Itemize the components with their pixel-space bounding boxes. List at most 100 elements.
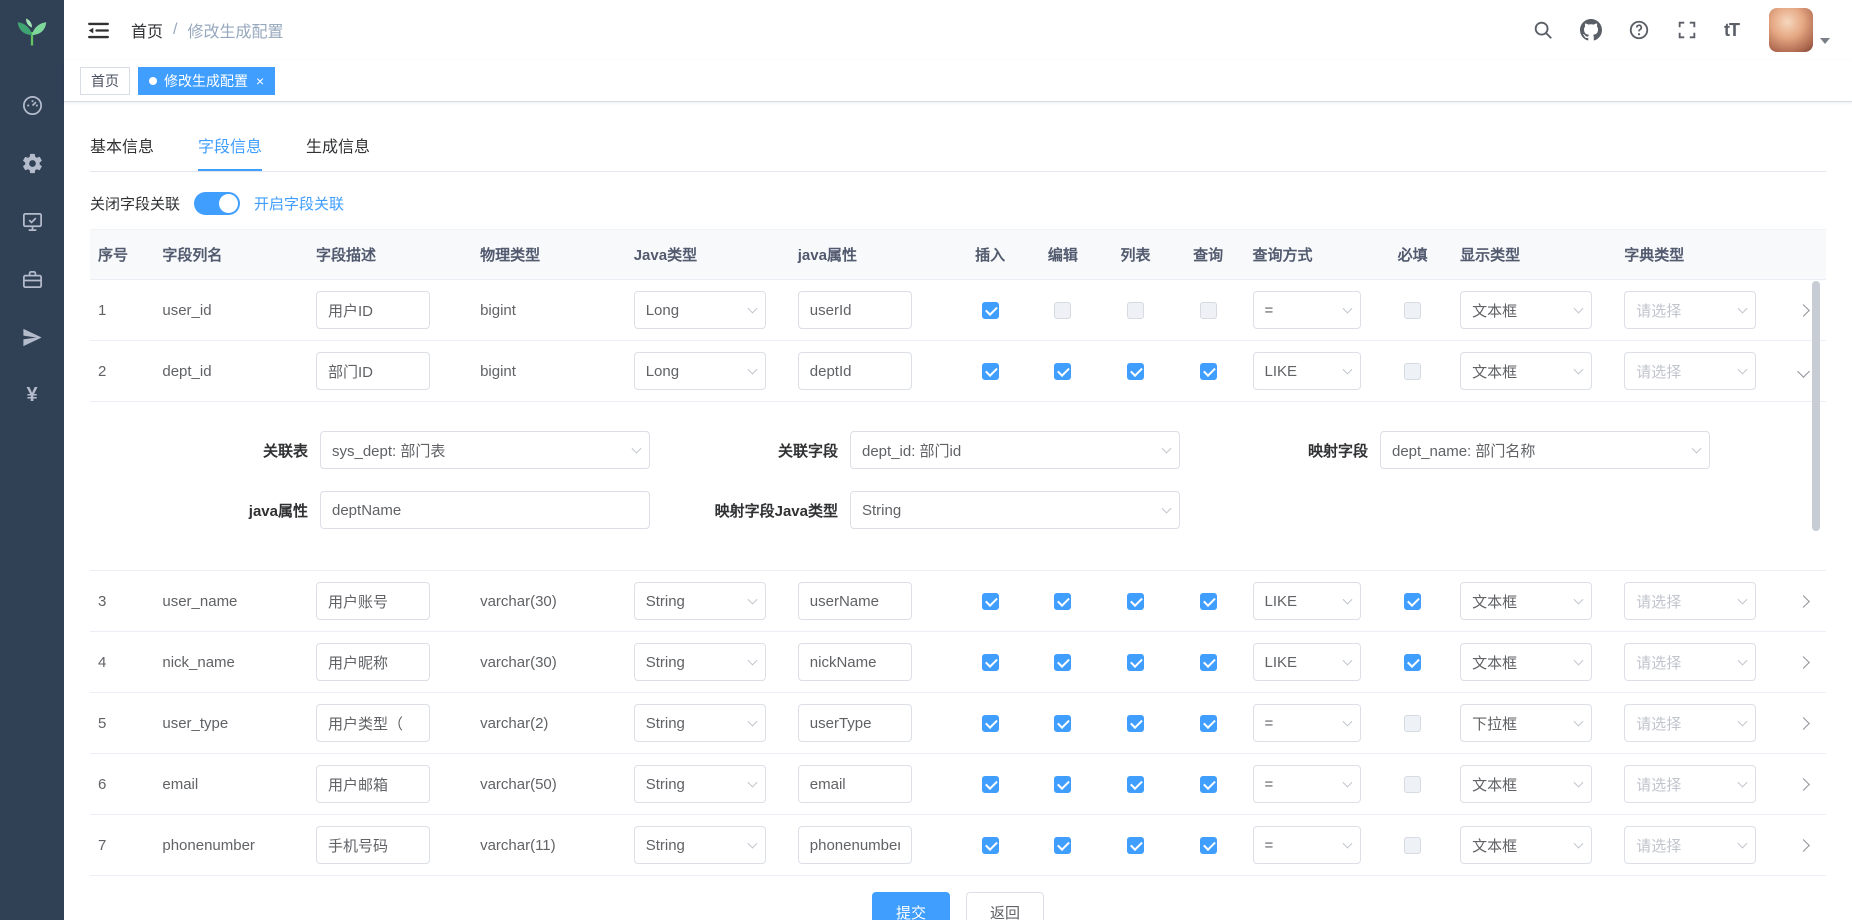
insert-checkbox[interactable] — [982, 363, 999, 380]
expand-row-icon[interactable] — [1797, 595, 1810, 608]
required-checkbox[interactable] — [1404, 837, 1421, 854]
tag-home[interactable]: 首页 — [80, 67, 130, 95]
list-checkbox[interactable] — [1127, 654, 1144, 671]
description-input[interactable] — [316, 582, 430, 620]
expand-row-icon[interactable] — [1797, 839, 1810, 852]
java-property-input[interactable] — [798, 704, 912, 742]
panel-select[interactable]: dept_id: 部门id — [850, 431, 1180, 469]
sidebar-item-deploy[interactable] — [0, 308, 64, 366]
display-type-select[interactable]: 文本框 — [1460, 582, 1592, 620]
dict-type-select[interactable]: 请选择 — [1624, 291, 1756, 329]
tab-generate-info[interactable]: 生成信息 — [306, 120, 370, 171]
tag-current-page[interactable]: 修改生成配置 × — [138, 67, 275, 95]
query-checkbox[interactable] — [1200, 593, 1217, 610]
required-checkbox[interactable] — [1404, 715, 1421, 732]
expand-row-icon[interactable] — [1797, 304, 1810, 317]
required-checkbox[interactable] — [1404, 654, 1421, 671]
field-association-switch[interactable] — [194, 192, 240, 215]
sidebar-item-system[interactable] — [0, 134, 64, 192]
tag-close-icon[interactable]: × — [256, 74, 264, 88]
app-logo[interactable] — [12, 12, 52, 52]
java-type-select[interactable]: String — [634, 582, 766, 620]
submit-button[interactable]: 提交 — [872, 892, 950, 920]
font-size-icon[interactable]: tT — [1724, 20, 1739, 41]
insert-checkbox[interactable] — [982, 837, 999, 854]
insert-checkbox[interactable] — [982, 776, 999, 793]
edit-checkbox[interactable] — [1054, 593, 1071, 610]
query-checkbox[interactable] — [1200, 837, 1217, 854]
breadcrumb-home[interactable]: 首页 — [131, 18, 163, 42]
edit-checkbox[interactable] — [1054, 363, 1071, 380]
java-property-input[interactable] — [798, 765, 912, 803]
query-mode-select[interactable]: = — [1253, 826, 1361, 864]
java-type-select[interactable]: String — [634, 826, 766, 864]
panel-select[interactable]: String — [850, 491, 1180, 529]
list-checkbox[interactable] — [1127, 776, 1144, 793]
tab-basic-info[interactable]: 基本信息 — [90, 120, 154, 171]
edit-checkbox[interactable] — [1054, 302, 1071, 319]
panel-input[interactable] — [320, 491, 650, 529]
java-type-select[interactable]: Long — [634, 352, 766, 390]
dict-type-select[interactable]: 请选择 — [1624, 643, 1756, 681]
edit-checkbox[interactable] — [1054, 776, 1071, 793]
dict-type-select[interactable]: 请选择 — [1624, 826, 1756, 864]
display-type-select[interactable]: 文本框 — [1460, 826, 1592, 864]
query-mode-select[interactable]: LIKE — [1253, 582, 1361, 620]
java-property-input[interactable] — [798, 352, 912, 390]
edit-checkbox[interactable] — [1054, 715, 1071, 732]
required-checkbox[interactable] — [1404, 302, 1421, 319]
expand-row-icon[interactable] — [1797, 656, 1810, 669]
list-checkbox[interactable] — [1127, 302, 1144, 319]
query-checkbox[interactable] — [1200, 776, 1217, 793]
sidebar-item-finance[interactable]: ¥ — [0, 366, 64, 424]
query-mode-select[interactable]: = — [1253, 291, 1361, 329]
display-type-select[interactable]: 文本框 — [1460, 643, 1592, 681]
query-mode-select[interactable]: LIKE — [1253, 352, 1361, 390]
panel-select[interactable]: sys_dept: 部门表 — [320, 431, 650, 469]
query-checkbox[interactable] — [1200, 654, 1217, 671]
edit-checkbox[interactable] — [1054, 654, 1071, 671]
avatar[interactable] — [1769, 8, 1813, 52]
github-icon[interactable] — [1580, 19, 1602, 41]
display-type-select[interactable]: 下拉框 — [1460, 704, 1592, 742]
description-input[interactable] — [316, 352, 430, 390]
description-input[interactable] — [316, 826, 430, 864]
query-mode-select[interactable]: = — [1253, 765, 1361, 803]
query-checkbox[interactable] — [1200, 363, 1217, 380]
required-checkbox[interactable] — [1404, 363, 1421, 380]
java-property-input[interactable] — [798, 291, 912, 329]
association-on-link[interactable]: 开启字段关联 — [254, 193, 344, 214]
sidebar-toggle-icon[interactable] — [86, 18, 111, 43]
required-checkbox[interactable] — [1404, 593, 1421, 610]
description-input[interactable] — [316, 291, 430, 329]
java-type-select[interactable]: String — [634, 765, 766, 803]
list-checkbox[interactable] — [1127, 593, 1144, 610]
sidebar-item-tool[interactable] — [0, 250, 64, 308]
dict-type-select[interactable]: 请选择 — [1624, 582, 1756, 620]
dict-type-select[interactable]: 请选择 — [1624, 704, 1756, 742]
java-property-input[interactable] — [798, 643, 912, 681]
display-type-select[interactable]: 文本框 — [1460, 765, 1592, 803]
description-input[interactable] — [316, 643, 430, 681]
java-type-select[interactable]: String — [634, 643, 766, 681]
collapse-row-icon[interactable] — [1797, 365, 1810, 378]
list-checkbox[interactable] — [1127, 363, 1144, 380]
query-checkbox[interactable] — [1200, 715, 1217, 732]
dict-type-select[interactable]: 请选择 — [1624, 765, 1756, 803]
vertical-scrollbar[interactable] — [1812, 281, 1820, 531]
insert-checkbox[interactable] — [982, 715, 999, 732]
query-mode-select[interactable]: = — [1253, 704, 1361, 742]
help-icon[interactable] — [1628, 19, 1650, 41]
edit-checkbox[interactable] — [1054, 837, 1071, 854]
insert-checkbox[interactable] — [982, 654, 999, 671]
search-icon[interactable] — [1532, 19, 1554, 41]
java-property-input[interactable] — [798, 582, 912, 620]
tab-field-info[interactable]: 字段信息 — [198, 120, 262, 171]
dict-type-select[interactable]: 请选择 — [1624, 352, 1756, 390]
sidebar-item-dashboard[interactable] — [0, 76, 64, 134]
required-checkbox[interactable] — [1404, 776, 1421, 793]
panel-select[interactable]: dept_name: 部门名称 — [1380, 431, 1710, 469]
query-checkbox[interactable] — [1200, 302, 1217, 319]
expand-row-icon[interactable] — [1797, 778, 1810, 791]
back-button[interactable]: 返回 — [966, 892, 1044, 920]
